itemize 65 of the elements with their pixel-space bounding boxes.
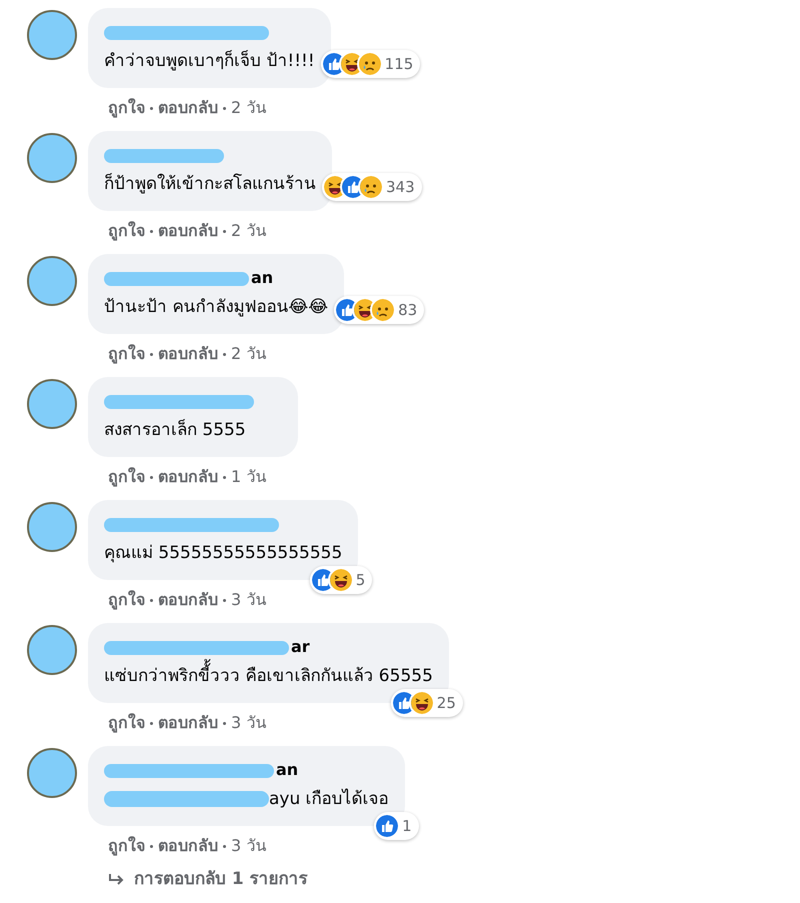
comment-text: ayu เกือบได้เจอ [269, 788, 389, 811]
comment-text: สงสารอาเล็ก 5555 [104, 418, 246, 442]
reaction-summary[interactable]: 1 [374, 812, 419, 840]
timestamp: 3 วัน [231, 712, 266, 734]
avatar[interactable] [27, 133, 77, 183]
reaction-count: 83 [398, 300, 418, 321]
reaction-count: 25 [436, 692, 456, 714]
avatar[interactable] [27, 10, 77, 60]
reaction-count: 115 [384, 54, 414, 75]
author-name[interactable]: an [276, 762, 298, 778]
like-icon [322, 53, 345, 75]
like-icon [342, 176, 364, 198]
like-icon [336, 299, 358, 321]
like-link[interactable]: ถูกใจ [108, 342, 145, 366]
reply-link[interactable]: ตอบกลับ [158, 588, 218, 612]
avatar[interactable] [27, 256, 77, 306]
reply-link[interactable]: ตอบกลับ [158, 219, 218, 243]
like-icon [392, 692, 415, 714]
timestamp: 3 วัน [231, 835, 266, 857]
laughing-face-icon [324, 176, 346, 198]
reaction-summary[interactable]: 25 [390, 689, 463, 717]
author-name[interactable]: ar [291, 639, 310, 655]
crying-face-icon [358, 53, 381, 75]
like-link[interactable]: ถูกใจ [108, 711, 145, 735]
timestamp: 3 วัน [231, 589, 266, 611]
view-replies-link[interactable]: การตอบกลับ 1 รายการ [108, 867, 800, 892]
avatar[interactable] [27, 502, 77, 552]
laughing-face-icon [330, 569, 352, 591]
like-link[interactable]: ถูกใจ [108, 465, 145, 489]
crying-face-icon [372, 299, 394, 321]
reaction-summary[interactable]: 115 [320, 50, 420, 78]
reply-link[interactable]: ตอบกลับ [158, 834, 218, 858]
crying-face-icon [360, 176, 382, 198]
like-icon [312, 569, 334, 591]
timestamp: 2 วัน [231, 97, 266, 119]
reaction-summary[interactable]: 83 [334, 296, 424, 324]
reaction-count: 5 [356, 570, 366, 591]
comment-text: ก็ป้าพูดให้เข้ากะสโลแกนร้าน [104, 172, 316, 196]
reply-link[interactable]: ตอบกลับ [158, 96, 218, 120]
timestamp: 1 วัน [231, 466, 266, 488]
like-link[interactable]: ถูกใจ [108, 96, 145, 120]
author-name[interactable]: an [251, 270, 274, 286]
comment-text: คุณแม่ 55555555555555555 [104, 542, 342, 565]
reply-link[interactable]: ตอบกลับ [158, 465, 218, 489]
avatar[interactable] [27, 748, 77, 798]
like-link[interactable]: ถูกใจ [108, 834, 145, 858]
avatar[interactable] [27, 379, 77, 429]
timestamp: 2 วัน [231, 343, 266, 365]
avatar[interactable] [27, 625, 77, 675]
reaction-summary[interactable]: 343 [322, 173, 422, 201]
reply-arrow-icon [108, 872, 126, 887]
reaction-summary[interactable]: 5 [310, 566, 372, 594]
like-icon [376, 815, 398, 837]
laughing-face-icon [410, 692, 433, 714]
laughing-face-icon [354, 299, 376, 321]
timestamp: 2 วัน [231, 220, 266, 242]
comment-text: ป้านะป้า คนกำลังมูฟออน😂😂 [104, 296, 328, 319]
laughing-face-icon [340, 53, 363, 75]
like-link[interactable]: ถูกใจ [108, 219, 145, 243]
comment-text: คำว่าจบพูดเบาๆก็เจ็บ ป้า!!!! [104, 49, 315, 73]
reply-link[interactable]: ตอบกลับ [158, 342, 218, 366]
reply-link[interactable]: ตอบกลับ [158, 711, 218, 735]
reaction-count: 343 [386, 176, 415, 198]
like-link[interactable]: ถูกใจ [108, 588, 145, 612]
reaction-count: 1 [402, 816, 412, 837]
